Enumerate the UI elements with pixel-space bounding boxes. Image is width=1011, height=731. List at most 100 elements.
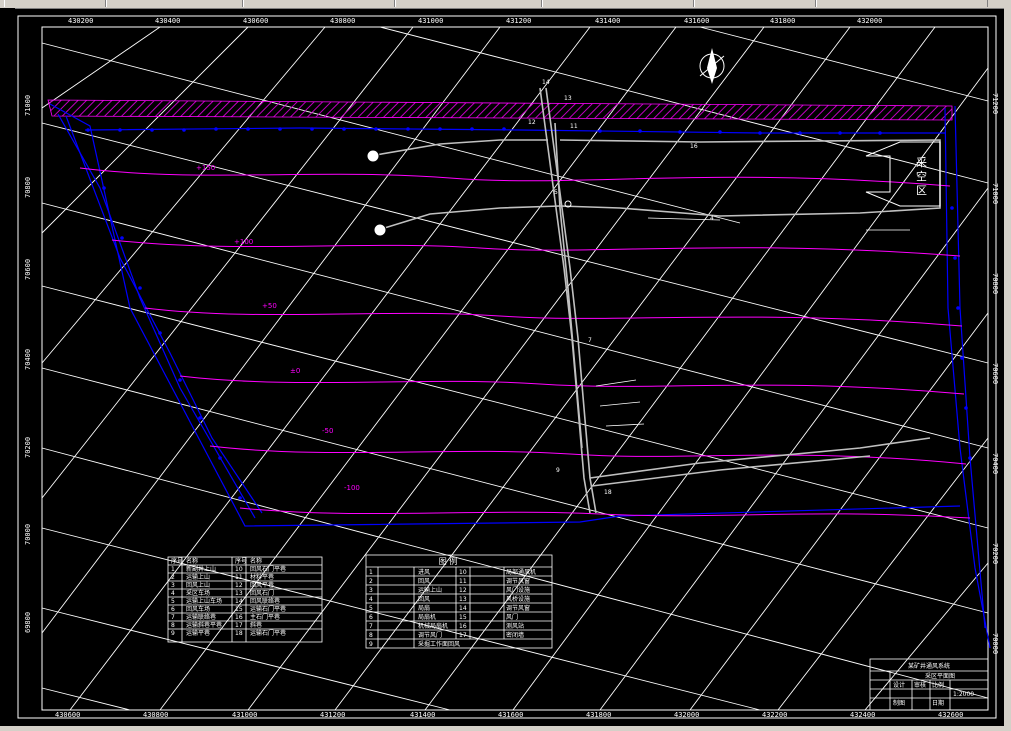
tick-label: 70800 bbox=[24, 177, 32, 198]
legend-cell: 局扇 bbox=[418, 604, 430, 612]
title-block-cell: 比例 bbox=[932, 681, 944, 689]
shaft-label: 5 bbox=[554, 189, 558, 196]
horizontal-scrollbar[interactable] bbox=[0, 726, 1011, 731]
legend-cell: 回风平巷 bbox=[250, 581, 274, 589]
legend-cell: 17 bbox=[459, 632, 467, 639]
legend-cell: 15 bbox=[459, 614, 467, 621]
left-tick-labels: 71000 70800 70600 70400 70200 70000 6980… bbox=[24, 95, 32, 633]
legend-cell: 名称 bbox=[186, 557, 198, 565]
legend-cell: 名称 bbox=[250, 557, 262, 565]
legend-cell: 风门设施 bbox=[506, 586, 530, 594]
toolbar-segment[interactable] bbox=[694, 0, 816, 7]
tick-label: 431200 bbox=[320, 711, 345, 719]
legend-cell: 回风石门 bbox=[250, 589, 274, 597]
title-block-cell: 设计 bbox=[893, 681, 905, 689]
legend-cell: 3 bbox=[369, 587, 373, 594]
legend-cell: 运输上山 bbox=[418, 586, 442, 594]
legend-cell: 回风车场 bbox=[186, 605, 210, 613]
shaft-label: 16 bbox=[690, 143, 698, 150]
tick-label: 432400 bbox=[850, 711, 875, 719]
legend-cell: 测风站 bbox=[506, 622, 524, 630]
toolbar-segment[interactable] bbox=[4, 0, 106, 7]
tick-label: 70200 bbox=[24, 437, 32, 458]
legend-cell: 密闭墙 bbox=[506, 631, 524, 639]
legend-cell: 序号 bbox=[171, 557, 183, 565]
tick-label: 71000 bbox=[991, 183, 999, 204]
legend-cell: 3 bbox=[171, 582, 175, 589]
tick-label: 70400 bbox=[991, 453, 999, 474]
legend-cell: 序号 bbox=[235, 557, 247, 565]
vertical-scrollbar[interactable] bbox=[1004, 8, 1011, 726]
left-margin bbox=[0, 8, 15, 731]
legend-cell: 11 bbox=[459, 578, 467, 585]
tick-label: 70000 bbox=[24, 524, 32, 545]
legend-cell: 运输石门平巷 bbox=[250, 605, 286, 613]
toolbar-segment[interactable] bbox=[106, 0, 243, 7]
contour-label: +50 bbox=[262, 302, 277, 310]
title-block-cell: 审核 bbox=[914, 681, 926, 689]
tick-label: 431600 bbox=[498, 711, 523, 719]
title-block-cell: 制图 bbox=[893, 699, 905, 707]
tick-label: 69800 bbox=[24, 612, 32, 633]
mining-area-label: 区 bbox=[916, 184, 927, 197]
legend-cell: 回风石门平巷 bbox=[250, 565, 286, 573]
legend-cell: 运输石门平巷 bbox=[250, 629, 286, 637]
legend-cell: 运输平巷 bbox=[186, 629, 210, 637]
legend-cell: 调节风窗 bbox=[506, 604, 530, 612]
tick-label: 431400 bbox=[410, 711, 435, 719]
legend-cell: 风门 bbox=[506, 613, 518, 621]
tick-label: 431200 bbox=[506, 17, 531, 25]
cad-drawing-canvas[interactable]: 430200 430400 430600 430800 431000 43120… bbox=[0, 8, 1004, 726]
tick-label: 432000 bbox=[857, 17, 882, 25]
shaft-label: 11 bbox=[570, 123, 578, 130]
legend-title: 图 例 bbox=[439, 556, 458, 566]
legend-cell: 2 bbox=[369, 578, 373, 585]
legend-cell: 5 bbox=[171, 598, 175, 605]
legend-cell: 7 bbox=[369, 623, 373, 630]
legend-cell: 回风上山 bbox=[186, 581, 210, 589]
legend-cell: 16 bbox=[459, 623, 467, 630]
shaft-label: 9 bbox=[556, 467, 560, 474]
tick-label: 431000 bbox=[418, 17, 443, 25]
legend-cell: 运输上山 bbox=[186, 573, 210, 581]
legend-cell: 1 bbox=[369, 569, 373, 576]
legend-cell: 新副井上山 bbox=[186, 565, 216, 573]
legend-cell: 斜巷 bbox=[250, 621, 262, 629]
tick-label: 71000 bbox=[24, 95, 32, 116]
contour-label: +100 bbox=[234, 238, 253, 246]
legend-cell: 11 bbox=[235, 574, 243, 581]
tick-label: 70600 bbox=[991, 363, 999, 384]
mining-area-label: 采 bbox=[916, 156, 927, 169]
legend-cell: 5 bbox=[369, 605, 373, 612]
toolbar-segment[interactable] bbox=[542, 0, 694, 7]
right-tick-labels: 71200 71000 70800 70600 70400 70200 7000… bbox=[991, 93, 999, 654]
tick-label: 430200 bbox=[68, 17, 93, 25]
title-block-cell: 日期 bbox=[932, 699, 944, 707]
tick-label: 431800 bbox=[586, 711, 611, 719]
shaft-label: 7 bbox=[588, 337, 592, 344]
contour-label: -50 bbox=[322, 427, 333, 435]
legend-right-cells: 1 进风 10 局部通风机 2 回风 11 调节风窗 3 运输上山 12 风门设施 4 回风 13 风桥设施 5… bbox=[369, 568, 536, 648]
legend-cell: 局部通风机 bbox=[506, 568, 536, 576]
tick-label: 70600 bbox=[24, 259, 32, 280]
shaft-label: 4 bbox=[710, 215, 714, 222]
toolbar-segment[interactable] bbox=[243, 0, 395, 7]
tick-label: 431600 bbox=[684, 17, 709, 25]
tick-label: 430800 bbox=[330, 17, 355, 25]
title-block-title: 某矿井通风系统 bbox=[908, 662, 950, 670]
legend-cell: 13 bbox=[459, 596, 467, 603]
legend-cell: 8 bbox=[369, 632, 373, 639]
tick-label: 430600 bbox=[243, 17, 268, 25]
legend-cell: 1 bbox=[171, 566, 175, 573]
legend-cell: 主石门平巷 bbox=[250, 613, 280, 621]
legend-cell: 13 bbox=[235, 590, 243, 597]
contour-label: +150 bbox=[196, 164, 215, 172]
toolbar-segment[interactable] bbox=[395, 0, 542, 7]
legend-cell: 9 bbox=[369, 641, 373, 648]
tick-label: 71200 bbox=[991, 93, 999, 114]
legend-cell: 14 bbox=[235, 598, 243, 605]
north-arrow-icon bbox=[699, 48, 725, 84]
legend-cell: 回风 bbox=[418, 596, 430, 603]
toolbar-segment[interactable] bbox=[816, 0, 988, 7]
tick-label: 430400 bbox=[155, 17, 180, 25]
